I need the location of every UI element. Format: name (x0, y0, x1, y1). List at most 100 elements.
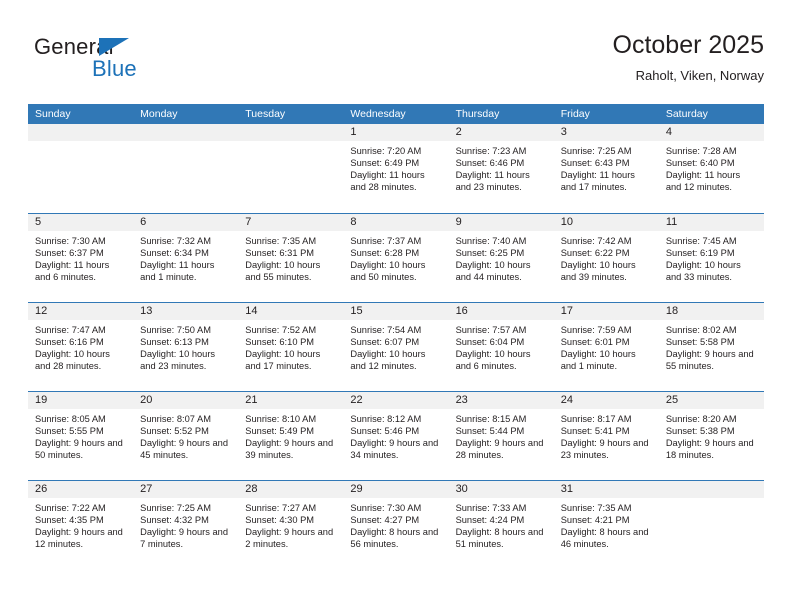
weekday-header-thursday: Thursday (455, 108, 500, 120)
day-details: Sunrise: 7:30 AM Sunset: 4:27 PM Daylight:… (343, 498, 448, 550)
sunset-text: Sunset: 6:37 PM (35, 248, 104, 259)
sunset-text: Sunset: 5:49 PM (245, 426, 315, 437)
day-number: 23 (455, 394, 468, 406)
day-cell[interactable]: 11 Sunrise: 7:45 AM Sunset: 6:19 PM Dayligh… (658, 214, 764, 302)
day-cell[interactable]: 21 Sunrise: 8:10 AM Sunset: 5:49 PM Dayligh… (238, 392, 344, 480)
day-number: 13 (140, 305, 153, 317)
day-cell[interactable]: 1 Sunrise: 7:20 AM Sunset: 6:49 PM Daylight… (343, 124, 449, 213)
sunrise-text: Sunrise: 7:33 AM (455, 503, 527, 513)
sunset-text: Sunset: 5:46 PM (350, 426, 420, 437)
week-row: 19 Sunrise: 8:05 AM Sunset: 5:55 PM Dayligh… (28, 391, 764, 480)
sunrise-text: Sunrise: 7:50 AM (140, 325, 211, 335)
day-cell[interactable]: 10 Sunrise: 7:42 AM Sunset: 6:22 PM Dayligh… (553, 214, 659, 302)
day-cell-empty (658, 481, 764, 569)
day-number-band: 6 (133, 214, 239, 231)
day-number-band: 4 (658, 124, 764, 141)
day-cell[interactable]: 29 Sunrise: 7:30 AM Sunset: 4:27 PM Dayligh… (343, 481, 449, 569)
page-title: October 2025 (612, 31, 765, 59)
day-details: Sunrise: 7:57 AM Sunset: 6:04 PM Daylight:… (449, 320, 554, 372)
day-number: 25 (665, 394, 679, 406)
day-details: Sunrise: 7:37 AM Sunset: 6:28 PM Daylight:… (343, 231, 448, 283)
sunrise-text: Sunrise: 8:05 AM (35, 414, 106, 424)
day-number-band: 3 (553, 124, 659, 141)
day-details: Sunrise: 7:42 AM Sunset: 6:22 PM Daylight:… (554, 231, 659, 283)
day-details: Sunrise: 7:54 AM Sunset: 6:07 PM Daylight:… (343, 320, 448, 372)
daylight-text: Daylight: 9 hours and 28 minutes. (455, 438, 544, 461)
daylight-text: Daylight: 10 hours and 23 minutes. (140, 349, 216, 372)
day-cell[interactable]: 24 Sunrise: 8:17 AM Sunset: 5:41 PM Dayligh… (553, 392, 659, 480)
sunrise-text: Sunrise: 8:02 AM (665, 325, 737, 335)
day-number: 28 (245, 483, 258, 495)
day-details: Sunrise: 7:59 AM Sunset: 6:01 PM Daylight:… (554, 320, 659, 372)
day-cell[interactable]: 4 Sunrise: 7:28 AM Sunset: 6:40 PM Daylight… (658, 124, 764, 213)
day-cell[interactable]: 14 Sunrise: 7:52 AM Sunset: 6:10 PM Dayligh… (238, 303, 344, 391)
day-cell[interactable]: 18 Sunrise: 8:02 AM Sunset: 5:58 PM Dayligh… (658, 303, 764, 391)
logo-triangle-icon (99, 38, 129, 56)
day-number-band: 23 (448, 392, 554, 409)
sunrise-text: Sunrise: 7:30 AM (35, 236, 106, 246)
sunrise-text: Sunrise: 7:28 AM (665, 146, 737, 156)
day-number: 2 (455, 126, 462, 138)
day-cell[interactable]: 2 Sunrise: 7:23 AM Sunset: 6:46 PM Daylight… (448, 124, 554, 213)
daylight-text: Daylight: 9 hours and 45 minutes. (140, 438, 228, 461)
daylight-text: Daylight: 10 hours and 39 minutes. (560, 260, 636, 283)
day-cell[interactable]: 12 Sunrise: 7:47 AM Sunset: 6:16 PM Dayligh… (28, 303, 134, 391)
sunrise-text: Sunrise: 7:52 AM (245, 325, 317, 335)
day-cell[interactable]: 30 Sunrise: 7:33 AM Sunset: 4:24 PM Dayligh… (448, 481, 554, 569)
sunrise-text: Sunrise: 8:17 AM (560, 414, 632, 424)
day-cell[interactable]: 5 Sunrise: 7:30 AM Sunset: 6:37 PM Daylight… (28, 214, 134, 302)
day-number: 14 (245, 305, 258, 317)
sunset-text: Sunset: 6:28 PM (350, 248, 420, 259)
day-number: 30 (455, 483, 468, 495)
day-details: Sunrise: 7:35 AM Sunset: 6:31 PM Daylight:… (238, 231, 343, 283)
day-cell[interactable]: 22 Sunrise: 8:12 AM Sunset: 5:46 PM Dayligh… (343, 392, 449, 480)
day-number: 15 (350, 305, 363, 317)
sunset-text: Sunset: 5:58 PM (665, 337, 735, 348)
day-cell[interactable]: 16 Sunrise: 7:57 AM Sunset: 6:04 PM Dayligh… (448, 303, 554, 391)
day-cell[interactable]: 8 Sunrise: 7:37 AM Sunset: 6:28 PM Daylight… (343, 214, 449, 302)
day-details: Sunrise: 7:32 AM Sunset: 6:34 PM Daylight:… (133, 231, 238, 283)
day-number-band: 25 (658, 392, 764, 409)
day-cell[interactable]: 17 Sunrise: 7:59 AM Sunset: 6:01 PM Dayligh… (553, 303, 659, 391)
sunset-text: Sunset: 6:07 PM (350, 337, 420, 348)
day-cell[interactable]: 7 Sunrise: 7:35 AM Sunset: 6:31 PM Daylight… (238, 214, 344, 302)
day-cell[interactable]: 15 Sunrise: 7:54 AM Sunset: 6:07 PM Dayligh… (343, 303, 449, 391)
day-cell[interactable]: 6 Sunrise: 7:32 AM Sunset: 6:34 PM Daylight… (133, 214, 239, 302)
day-details: Sunrise: 7:33 AM Sunset: 4:24 PM Daylight:… (449, 498, 554, 550)
day-cell[interactable]: 23 Sunrise: 8:15 AM Sunset: 5:44 PM Dayligh… (448, 392, 554, 480)
day-cell[interactable]: 13 Sunrise: 7:50 AM Sunset: 6:13 PM Dayligh… (133, 303, 239, 391)
sunset-text: Sunset: 5:44 PM (455, 426, 525, 437)
day-details: Sunrise: 7:30 AM Sunset: 6:37 PM Daylight:… (28, 231, 133, 283)
sunrise-text: Sunrise: 7:35 AM (560, 503, 632, 513)
day-cell[interactable]: 26 Sunrise: 7:22 AM Sunset: 4:35 PM Dayligh… (28, 481, 134, 569)
day-cell[interactable]: 25 Sunrise: 8:20 AM Sunset: 5:38 PM Dayligh… (658, 392, 764, 480)
day-cell[interactable]: 19 Sunrise: 8:05 AM Sunset: 5:55 PM Dayligh… (28, 392, 134, 480)
day-cell[interactable]: 3 Sunrise: 7:25 AM Sunset: 6:43 PM Daylight… (553, 124, 659, 213)
day-cell[interactable]: 31 Sunrise: 7:35 AM Sunset: 4:21 PM Dayligh… (553, 481, 659, 569)
sunset-text: Sunset: 6:19 PM (665, 248, 735, 259)
daylight-text: Daylight: 10 hours and 55 minutes. (245, 260, 321, 283)
day-number: 29 (350, 483, 363, 495)
sunrise-text: Sunrise: 8:07 AM (140, 414, 211, 424)
day-cell[interactable]: 27 Sunrise: 7:25 AM Sunset: 4:32 PM Dayligh… (133, 481, 239, 569)
daylight-text: Daylight: 8 hours and 51 minutes. (455, 527, 544, 550)
sunset-text: Sunset: 6:31 PM (245, 248, 315, 259)
sunrise-text: Sunrise: 7:32 AM (140, 236, 211, 246)
day-number-band (238, 124, 344, 141)
day-number-band: 21 (238, 392, 344, 409)
day-number: 17 (560, 305, 573, 317)
general-blue-logo[interactable]: General Blue (34, 34, 234, 90)
weekday-header-sunday: Sunday (35, 108, 71, 120)
day-cell[interactable]: 20 Sunrise: 8:07 AM Sunset: 5:52 PM Dayligh… (133, 392, 239, 480)
day-details: Sunrise: 7:22 AM Sunset: 4:35 PM Daylight:… (28, 498, 133, 550)
day-details: Sunrise: 8:07 AM Sunset: 5:52 PM Daylight:… (133, 409, 238, 461)
sunrise-text: Sunrise: 7:23 AM (455, 146, 527, 156)
day-cell[interactable]: 28 Sunrise: 7:27 AM Sunset: 4:30 PM Dayligh… (238, 481, 344, 569)
day-number-band: 5 (28, 214, 134, 231)
sunset-text: Sunset: 6:13 PM (140, 337, 209, 348)
day-number-band: 13 (133, 303, 239, 320)
sunset-text: Sunset: 4:24 PM (455, 515, 525, 526)
day-number-band: 14 (238, 303, 344, 320)
daylight-text: Daylight: 9 hours and 34 minutes. (350, 438, 439, 461)
day-cell[interactable]: 9 Sunrise: 7:40 AM Sunset: 6:25 PM Daylight… (448, 214, 554, 302)
